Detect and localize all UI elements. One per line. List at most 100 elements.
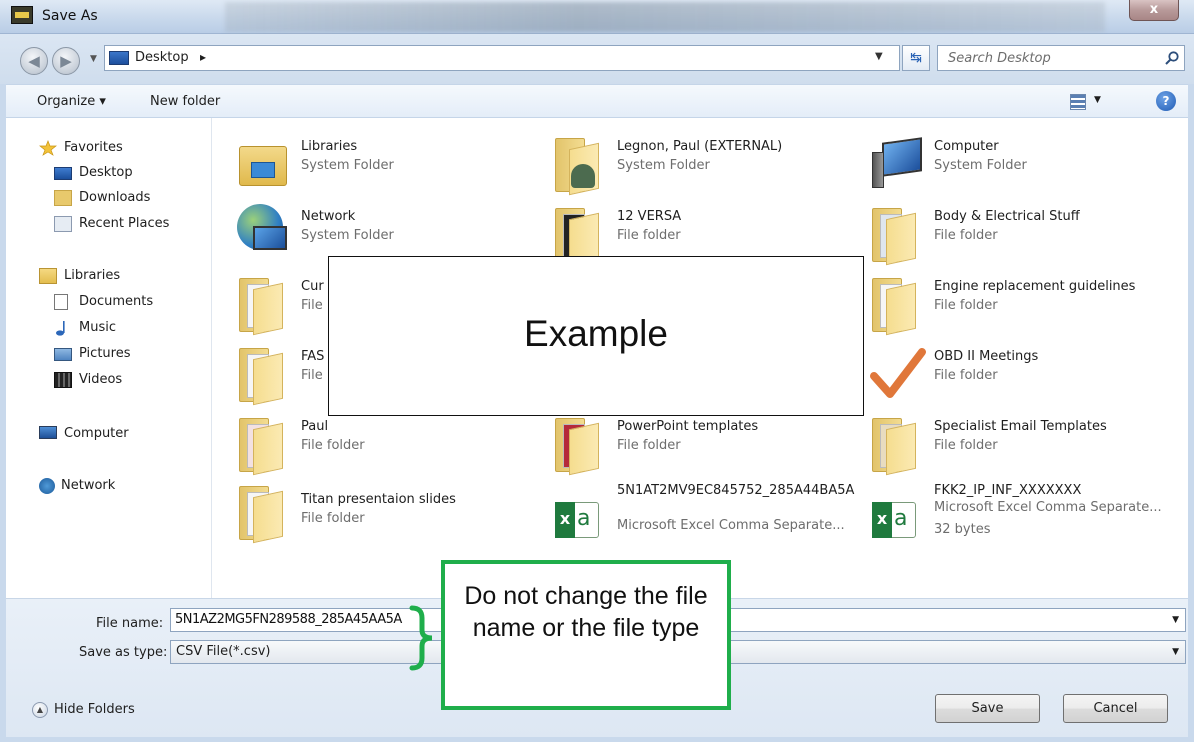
callout-text: Do not change the file name or the file … bbox=[464, 582, 708, 642]
save-button[interactable]: Save bbox=[935, 694, 1040, 723]
file-item-user-folder[interactable]: Legnon, Paul (EXTERNAL) System Folder bbox=[551, 132, 861, 198]
computer-icon bbox=[39, 426, 57, 439]
file-item-obd-meetings[interactable]: OBD II Meetings File folder bbox=[868, 342, 1178, 408]
window-title: Save As bbox=[42, 8, 98, 24]
file-name: Legnon, Paul (EXTERNAL) bbox=[617, 139, 783, 154]
nav-label: Favorites bbox=[64, 140, 123, 155]
folder-icon bbox=[235, 480, 295, 544]
file-name: PowerPoint templates bbox=[617, 419, 759, 434]
file-name: FKK2_IP_INF_XXXXXXX bbox=[934, 483, 1082, 498]
checkmark-icon bbox=[868, 342, 928, 404]
file-size: 32 bytes bbox=[934, 522, 991, 537]
folder-icon bbox=[868, 272, 928, 336]
search-input[interactable]: Search Desktop bbox=[937, 45, 1185, 71]
libraries-icon bbox=[39, 268, 57, 284]
forward-button[interactable]: ▶ bbox=[52, 47, 80, 75]
breadcrumb-chevron-icon[interactable]: ▸ bbox=[200, 50, 206, 64]
window-frame-bottom bbox=[0, 737, 1194, 742]
file-type: Microsoft Excel Comma Separate... bbox=[934, 500, 1162, 515]
instruction-callout: Do not change the file name or the file … bbox=[441, 560, 731, 710]
background-window-blur bbox=[225, 2, 1105, 32]
nav-label: Network bbox=[61, 478, 116, 493]
back-button[interactable]: ◀ bbox=[20, 47, 48, 75]
file-type: System Folder bbox=[934, 158, 1027, 173]
file-name: Libraries bbox=[301, 139, 358, 154]
title-bar: Save As x bbox=[0, 0, 1194, 34]
command-toolbar: Organize ▾ New folder ▼ ? bbox=[6, 84, 1188, 118]
file-type: File folder bbox=[617, 228, 681, 243]
collapse-up-icon: ▲ bbox=[32, 702, 48, 718]
file-type: File folder bbox=[934, 298, 998, 313]
organize-menu[interactable]: Organize ▾ bbox=[37, 94, 106, 109]
file-type: File folder bbox=[934, 368, 998, 383]
file-type: File bbox=[301, 298, 323, 313]
file-name-value: 5N1AZ2MG5FN289588_285A45AA5A bbox=[175, 612, 402, 627]
refresh-button[interactable]: ↹ bbox=[902, 45, 930, 71]
file-item-body-electrical[interactable]: Body & Electrical Stuff File folder bbox=[868, 202, 1178, 268]
curly-brace-icon bbox=[409, 605, 433, 671]
change-view-button[interactable]: ▼ bbox=[1070, 92, 1108, 112]
recent-locations-icon[interactable]: ▼ bbox=[90, 54, 97, 64]
search-icon[interactable] bbox=[1164, 50, 1180, 66]
help-button[interactable]: ? bbox=[1156, 91, 1176, 111]
cancel-button[interactable]: Cancel bbox=[1063, 694, 1168, 723]
file-item-csv-fkk2[interactable]: x a FKK2_IP_INF_XXXXXXX Microsoft Excel … bbox=[868, 480, 1178, 546]
nav-label: Desktop bbox=[79, 165, 133, 180]
file-item-libraries[interactable]: Libraries System Folder bbox=[235, 132, 545, 198]
star-icon bbox=[39, 140, 57, 156]
nav-label: Computer bbox=[64, 426, 129, 441]
downloads-folder-icon bbox=[54, 190, 72, 206]
save-type-value: CSV File(*.csv) bbox=[176, 644, 271, 659]
file-item-engine-replacement[interactable]: Engine replacement guidelines File folde… bbox=[868, 272, 1178, 338]
address-bar[interactable]: Desktop ▸ ▼ bbox=[104, 45, 900, 71]
close-button[interactable]: x bbox=[1129, 0, 1179, 21]
documents-icon bbox=[54, 294, 68, 310]
file-type: File folder bbox=[301, 438, 365, 453]
file-type: File folder bbox=[934, 228, 998, 243]
file-name: Titan presentaion slides bbox=[301, 492, 456, 507]
file-name: Computer bbox=[934, 139, 999, 154]
user-folder-icon bbox=[551, 132, 611, 196]
file-name: Network bbox=[301, 209, 356, 224]
window-frame-right bbox=[1188, 34, 1194, 742]
file-name-dropdown-icon[interactable]: ▼ bbox=[1172, 615, 1179, 625]
file-item-powerpoint-templates[interactable]: PowerPoint templates File folder bbox=[551, 412, 861, 478]
folder-icon bbox=[235, 412, 295, 476]
file-type: File folder bbox=[617, 438, 681, 453]
address-dropdown-icon[interactable]: ▼ bbox=[875, 51, 883, 62]
file-item-paul[interactable]: Paul File folder bbox=[235, 412, 545, 478]
file-name: Paul bbox=[301, 419, 329, 434]
file-type: File bbox=[301, 368, 323, 383]
navigation-pane: Favorites Desktop Downloads Recent Place… bbox=[6, 118, 212, 598]
nav-label: Downloads bbox=[79, 190, 151, 205]
file-name: Engine replacement guidelines bbox=[934, 279, 1136, 294]
file-name: 5N1AT2MV9EC845752_285A44BA5A bbox=[617, 483, 855, 498]
file-type: Microsoft Excel Comma Separate... bbox=[617, 518, 845, 533]
search-placeholder: Search Desktop bbox=[948, 51, 1051, 66]
file-name: Cur bbox=[301, 279, 324, 294]
computer-icon bbox=[868, 132, 928, 194]
file-name: OBD II Meetings bbox=[934, 349, 1039, 364]
hide-folders-label: Hide Folders bbox=[54, 702, 135, 717]
network-globe-icon bbox=[235, 202, 295, 264]
view-icon bbox=[1070, 94, 1086, 110]
music-icon bbox=[56, 321, 65, 336]
file-type: System Folder bbox=[617, 158, 710, 173]
file-item-csv-vin[interactable]: x a 5N1AT2MV9EC845752_285A44BA5A Microso… bbox=[551, 480, 861, 546]
excel-csv-icon: x a bbox=[551, 480, 611, 542]
file-name: Specialist Email Templates bbox=[934, 419, 1107, 434]
folder-icon bbox=[551, 202, 611, 266]
save-type-dropdown-icon[interactable]: ▼ bbox=[1172, 647, 1179, 657]
file-item-specialist-email[interactable]: Specialist Email Templates File folder bbox=[868, 412, 1178, 478]
folder-icon bbox=[868, 412, 928, 476]
file-item-titan-slides[interactable]: Titan presentaion slides File folder bbox=[235, 480, 545, 546]
breadcrumb-desktop[interactable]: Desktop bbox=[135, 50, 189, 65]
file-name-label: File name: bbox=[96, 616, 164, 631]
folder-icon bbox=[235, 272, 295, 336]
file-type: System Folder bbox=[301, 228, 394, 243]
folder-icon bbox=[868, 202, 928, 266]
new-folder-button[interactable]: New folder bbox=[150, 94, 220, 109]
file-item-computer[interactable]: Computer System Folder bbox=[868, 132, 1178, 198]
pictures-icon bbox=[54, 348, 72, 361]
nav-label: Videos bbox=[79, 372, 123, 387]
